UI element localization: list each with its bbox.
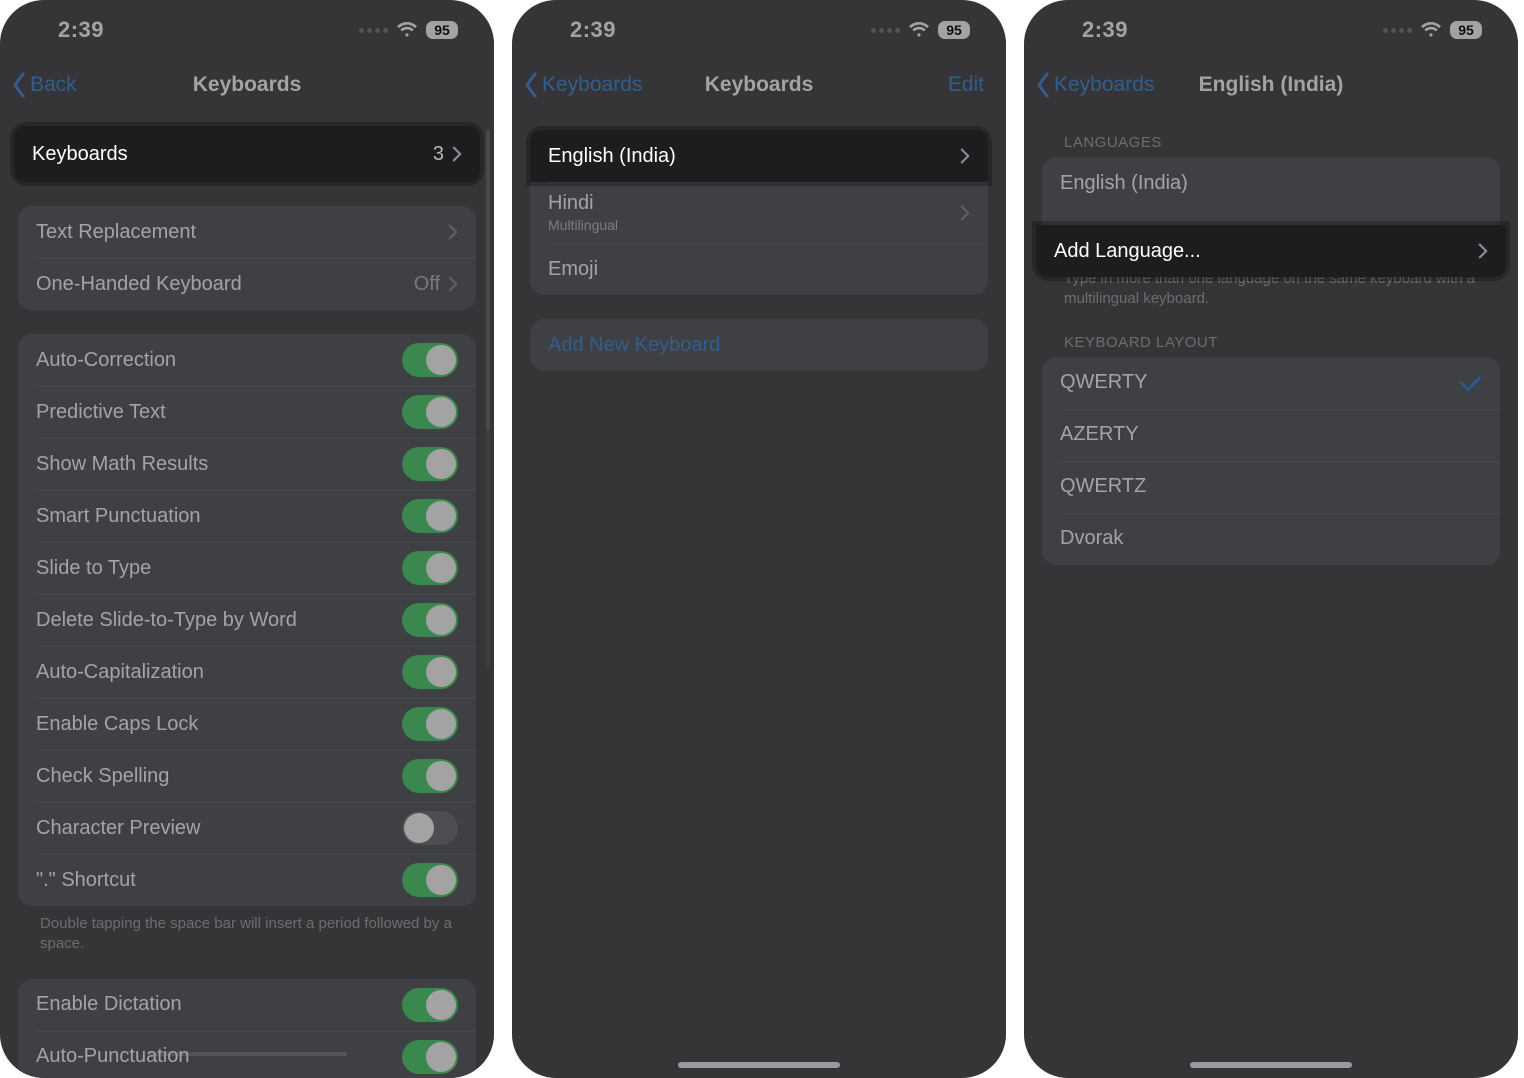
toggle-switch[interactable] xyxy=(402,395,458,429)
one-handed-keyboard-row[interactable]: One-Handed Keyboard Off xyxy=(18,258,476,310)
status-bar: 2:39 95 xyxy=(512,0,1006,60)
nav-bar: Back Keyboards xyxy=(0,60,494,110)
add-language-row-highlight[interactable]: Add Language... xyxy=(1036,225,1506,277)
keyboard-emoji-row[interactable]: Emoji xyxy=(530,243,988,295)
check-spelling-row[interactable]: Check Spelling xyxy=(18,750,476,802)
screen-keyboards-list: 2:39 95 Keyboards Keyboards Edit Hindi xyxy=(512,0,1006,1078)
delete-slide-word-row[interactable]: Delete Slide-to-Type by Word xyxy=(18,594,476,646)
chevron-right-icon xyxy=(960,148,970,164)
toggle-switch[interactable] xyxy=(402,863,458,897)
section-header-layout: KEYBOARD LAYOUT xyxy=(1042,310,1500,357)
nav-bar: Keyboards English (India) xyxy=(1024,60,1518,110)
chevron-right-icon xyxy=(960,205,970,221)
group-typing-toggles: Auto-Correction Predictive Text Show Mat… xyxy=(18,334,476,906)
keyboard-hindi-row[interactable]: Hindi Multilingual xyxy=(530,182,988,243)
chevron-left-icon xyxy=(10,72,28,98)
chevron-left-icon xyxy=(522,72,540,98)
cellular-icon xyxy=(871,28,900,33)
section-header-languages: LANGUAGES xyxy=(1042,110,1500,157)
status-time: 2:39 xyxy=(58,17,104,43)
toggle-switch[interactable] xyxy=(402,988,458,1022)
auto-correction-row[interactable]: Auto-Correction xyxy=(18,334,476,386)
toggle-switch[interactable] xyxy=(402,603,458,637)
chevron-left-icon xyxy=(1034,72,1052,98)
battery-indicator: 95 xyxy=(426,21,458,39)
toggle-switch[interactable] xyxy=(402,1040,458,1074)
character-preview-row[interactable]: Character Preview xyxy=(18,802,476,854)
wifi-icon xyxy=(396,17,418,44)
keyboards-row-highlight[interactable]: Keyboards 3 xyxy=(14,126,480,182)
back-button[interactable]: Keyboards xyxy=(1034,60,1154,110)
chevron-right-icon xyxy=(452,146,462,162)
chevron-right-icon xyxy=(448,224,458,240)
toggle-switch[interactable] xyxy=(402,707,458,741)
toggle-switch[interactable] xyxy=(402,343,458,377)
toggle-switch[interactable] xyxy=(402,759,458,793)
wifi-icon xyxy=(1420,17,1442,44)
slide-to-type-row[interactable]: Slide to Type xyxy=(18,542,476,594)
back-button[interactable]: Keyboards xyxy=(522,60,642,110)
chevron-right-icon xyxy=(448,276,458,292)
auto-capitalization-row[interactable]: Auto-Capitalization xyxy=(18,646,476,698)
layout-qwerty-row[interactable]: QWERTY xyxy=(1042,357,1500,409)
cellular-icon xyxy=(1383,28,1412,33)
wifi-icon xyxy=(908,17,930,44)
back-label: Keyboards xyxy=(542,73,642,97)
status-bar: 2:39 95 xyxy=(0,0,494,60)
show-math-results-row[interactable]: Show Math Results xyxy=(18,438,476,490)
predictive-text-row[interactable]: Predictive Text xyxy=(18,386,476,438)
keyboard-english-row-highlight[interactable]: English (India) xyxy=(530,130,988,182)
group-layouts: QWERTY AZERTY QWERTZ Dvorak xyxy=(1042,357,1500,565)
status-time: 2:39 xyxy=(1082,17,1128,43)
battery-indicator: 95 xyxy=(938,21,970,39)
group-add-keyboard: Add New Keyboard xyxy=(530,319,988,371)
back-label: Keyboards xyxy=(1054,73,1154,97)
status-time: 2:39 xyxy=(570,17,616,43)
toggle-switch[interactable] xyxy=(402,811,458,845)
nav-bar: Keyboards Keyboards Edit xyxy=(512,60,1006,110)
layout-dvorak-row[interactable]: Dvorak xyxy=(1042,513,1500,565)
chevron-right-icon xyxy=(1478,243,1488,259)
add-new-keyboard-row[interactable]: Add New Keyboard xyxy=(530,319,988,371)
group-text-options: Text Replacement One-Handed Keyboard Off xyxy=(18,206,476,310)
enable-caps-lock-row[interactable]: Enable Caps Lock xyxy=(18,698,476,750)
back-label: Back xyxy=(30,73,77,97)
layout-qwertz-row[interactable]: QWERTZ xyxy=(1042,461,1500,513)
edit-button[interactable]: Edit xyxy=(948,60,984,110)
enable-dictation-row[interactable]: Enable Dictation xyxy=(18,979,476,1031)
language-english-row[interactable]: English (India) xyxy=(1042,157,1500,209)
layout-azerty-row[interactable]: AZERTY xyxy=(1042,409,1500,461)
screen-keyboards-settings: 2:39 95 Back Keyboards Text Replacement xyxy=(0,0,494,1078)
screen-english-india: 2:39 95 Keyboards English (India) LANGUA… xyxy=(1024,0,1518,1078)
status-bar: 2:39 95 xyxy=(1024,0,1518,60)
smart-punctuation-row[interactable]: Smart Punctuation xyxy=(18,490,476,542)
toggle-switch[interactable] xyxy=(402,551,458,585)
page-title: English (India) xyxy=(1199,73,1344,97)
text-replacement-row[interactable]: Text Replacement xyxy=(18,206,476,258)
home-indicator xyxy=(678,1062,840,1068)
group-dictation: Enable Dictation Auto-Punctuation xyxy=(18,979,476,1078)
toggle-switch[interactable] xyxy=(402,499,458,533)
cellular-icon xyxy=(359,28,388,33)
page-title: Keyboards xyxy=(193,73,302,97)
back-button[interactable]: Back xyxy=(10,60,77,110)
home-indicator xyxy=(147,1052,347,1056)
home-indicator xyxy=(1190,1062,1352,1068)
battery-indicator: 95 xyxy=(1450,21,1482,39)
toggle-switch[interactable] xyxy=(402,655,458,689)
page-title: Keyboards xyxy=(705,73,814,97)
group-footer: Double tapping the space bar will insert… xyxy=(18,906,476,955)
toggle-switch[interactable] xyxy=(402,447,458,481)
period-shortcut-row[interactable]: "." Shortcut xyxy=(18,854,476,906)
